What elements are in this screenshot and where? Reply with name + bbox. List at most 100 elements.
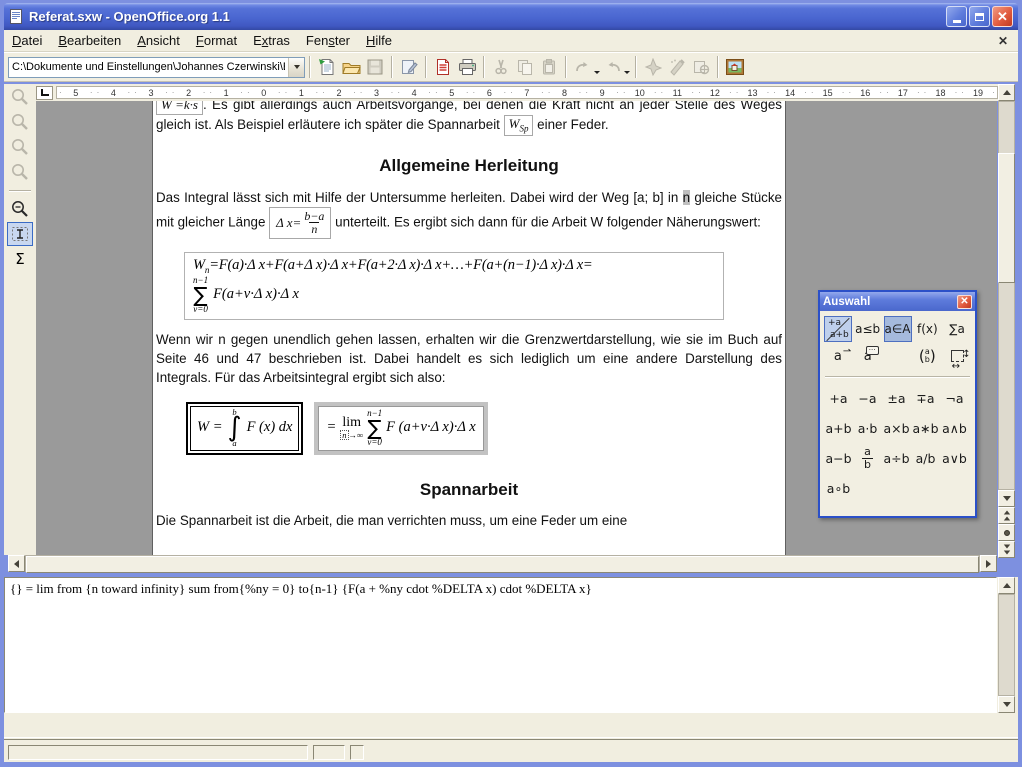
menu-item-fenster[interactable]: Fenster [298, 30, 358, 51]
zoom-button[interactable] [7, 197, 33, 221]
print-button[interactable] [455, 55, 479, 79]
paste-button[interactable] [537, 55, 561, 79]
category-formats[interactable]: ↕↔ [943, 343, 971, 369]
scroll-down-button[interactable] [998, 490, 1015, 507]
symbols-button[interactable]: Σ [7, 247, 33, 271]
save-button[interactable] [363, 55, 387, 79]
url-dropdown-button[interactable] [288, 58, 304, 77]
zoom-100-button[interactable] [7, 135, 33, 159]
scroll-left-button[interactable] [8, 555, 25, 572]
auswahl-title-bar[interactable]: Auswahl ✕ [820, 292, 975, 311]
symbol-1-0[interactable]: a+b [824, 413, 853, 443]
maximize-button[interactable] [969, 6, 990, 27]
command-window[interactable]: {} = lim from {n toward infinity} sum fr… [4, 577, 997, 713]
menu-item-ansicht[interactable]: Ansicht [129, 30, 188, 51]
ruler-mark: ·17· [884, 87, 922, 98]
panel-divider[interactable] [4, 733, 1018, 743]
formula-object-limit-active[interactable]: = limn→∞ n−1∑ν=0 F (a+ν·Δ x)·Δ x [314, 402, 487, 455]
cut-button[interactable] [489, 55, 513, 79]
command-scroll-down-button[interactable] [998, 696, 1015, 713]
ruler-scale[interactable]: ·5··4··3··2··1··0··1··2··3··4··5··6··7··… [56, 86, 998, 99]
symbol-1-3[interactable]: a∗b [911, 413, 940, 443]
url-input[interactable] [9, 58, 288, 77]
hyperlink-button[interactable] [689, 55, 713, 79]
tab-selector-icon[interactable] [36, 86, 53, 100]
formula-object-sum[interactable]: Wn=F(a)·Δ x+F(a+Δ x)·Δ x+F(a+2·Δ x)·Δ x+… [184, 252, 724, 320]
menu-item-extras[interactable]: Extras [245, 30, 298, 51]
gallery-button[interactable] [723, 55, 747, 79]
category-attributes[interactable]: ⇀a [824, 343, 852, 369]
category-functions[interactable]: f(x) [914, 316, 942, 342]
symbol-0-2[interactable]: ±a [882, 383, 911, 413]
symbol-1-2[interactable]: a×b [882, 413, 911, 443]
navigator-button[interactable] [641, 55, 665, 79]
vector-arrow-icon: ⇀ [843, 346, 851, 357]
formula-command-input[interactable]: {} = lim from {n toward infinity} sum fr… [10, 581, 991, 597]
symbol-0-0[interactable]: +a [824, 383, 853, 413]
ruler-mark: ·5· [57, 87, 95, 98]
symbol-0-3[interactable]: ∓a [911, 383, 940, 413]
horizontal-scrollbar-track[interactable] [25, 555, 980, 572]
category-relations[interactable]: a≤b [854, 316, 882, 342]
vertical-scrollbar[interactable] [998, 84, 1015, 573]
title-bar[interactable]: Referat.sxw - OpenOffice.org 1.1 ✕ [4, 3, 1018, 30]
symbol-3-0[interactable]: a∘b [824, 473, 853, 503]
undo-button[interactable] [571, 55, 601, 79]
vertical-scrollbar-thumb[interactable] [998, 153, 1015, 283]
menu-item-datei[interactable]: Datei [4, 30, 50, 51]
copy-button[interactable] [513, 55, 537, 79]
menu-item-format[interactable]: Format [188, 30, 245, 51]
ruler[interactable]: ·5··4··3··2··1··0··1··2··3··4··5··6··7··… [36, 84, 998, 101]
formula-sum-line2: n−1∑ν=0 F(a+ν·Δ x)·Δ x [193, 276, 715, 314]
close-document-icon[interactable]: ✕ [988, 34, 1018, 48]
navigation-dot-button[interactable] [998, 524, 1015, 541]
menu-item-hilfe[interactable]: Hilfe [358, 30, 400, 51]
symbol-fraction-a-over-b[interactable]: ab [853, 443, 882, 473]
minimize-button[interactable] [946, 6, 967, 27]
window-title: Referat.sxw - OpenOffice.org 1.1 [29, 9, 946, 24]
scroll-up-button[interactable] [998, 84, 1015, 101]
category-set-operations[interactable]: a∈A [884, 316, 912, 342]
formula-object-wsp[interactable]: WSp [504, 115, 534, 136]
command-vertical-scrollbar[interactable] [998, 577, 1015, 713]
zoom-in-button[interactable] [7, 85, 33, 109]
category-brackets[interactable]: (ab) [913, 343, 941, 369]
category-operators[interactable]: ∑a [943, 316, 971, 342]
formula-object-delta-x[interactable]: Δ x=b−an [269, 207, 331, 239]
redo-button[interactable] [601, 55, 631, 79]
previous-page-button[interactable] [998, 507, 1015, 524]
symbol-1-4[interactable]: a∧b [940, 413, 969, 443]
symbol-1-1[interactable]: a·b [853, 413, 882, 443]
auswahl-close-button[interactable]: ✕ [957, 295, 972, 309]
horizontal-scrollbar[interactable] [8, 555, 997, 572]
horizontal-scrollbar-thumb[interactable] [26, 556, 979, 573]
symbol-2-0[interactable]: a−b [824, 443, 853, 473]
symbol-2-3[interactable]: a/b [911, 443, 940, 473]
category-others[interactable]: a··· [854, 343, 882, 369]
redo-dropdown-icon[interactable] [624, 71, 630, 74]
function-toolbar [4, 52, 1018, 82]
symbol-0-4[interactable]: ¬a [940, 383, 969, 413]
formula-cursor-button[interactable] [7, 222, 33, 246]
scroll-right-button[interactable] [980, 555, 997, 572]
open-button[interactable] [339, 55, 363, 79]
edit-file-button[interactable] [397, 55, 421, 79]
category-unary-binary-operators[interactable]: +aa+b [824, 316, 852, 342]
zoom-all-button[interactable] [7, 160, 33, 184]
symbol-0-1[interactable]: −a [853, 383, 882, 413]
zoom-out-button[interactable] [7, 110, 33, 134]
command-scroll-up-button[interactable] [998, 577, 1015, 594]
close-button[interactable]: ✕ [992, 6, 1013, 27]
symbol-2-4[interactable]: a∨b [940, 443, 969, 473]
undo-dropdown-icon[interactable] [594, 71, 600, 74]
formula-object-ks[interactable]: W =k·s [156, 101, 203, 115]
new-document-button[interactable] [315, 55, 339, 79]
command-scrollbar-track[interactable] [998, 594, 1015, 696]
ruler-mark: ·5· [433, 87, 471, 98]
menu-item-bearbeiten[interactable]: Bearbeiten [50, 30, 129, 51]
stylist-button[interactable] [665, 55, 689, 79]
export-pdf-button[interactable] [431, 55, 455, 79]
symbol-2-2[interactable]: a÷b [882, 443, 911, 473]
formula-object-integral[interactable]: W = b∫a F (x) dx [186, 402, 303, 455]
next-page-button[interactable] [998, 541, 1015, 558]
